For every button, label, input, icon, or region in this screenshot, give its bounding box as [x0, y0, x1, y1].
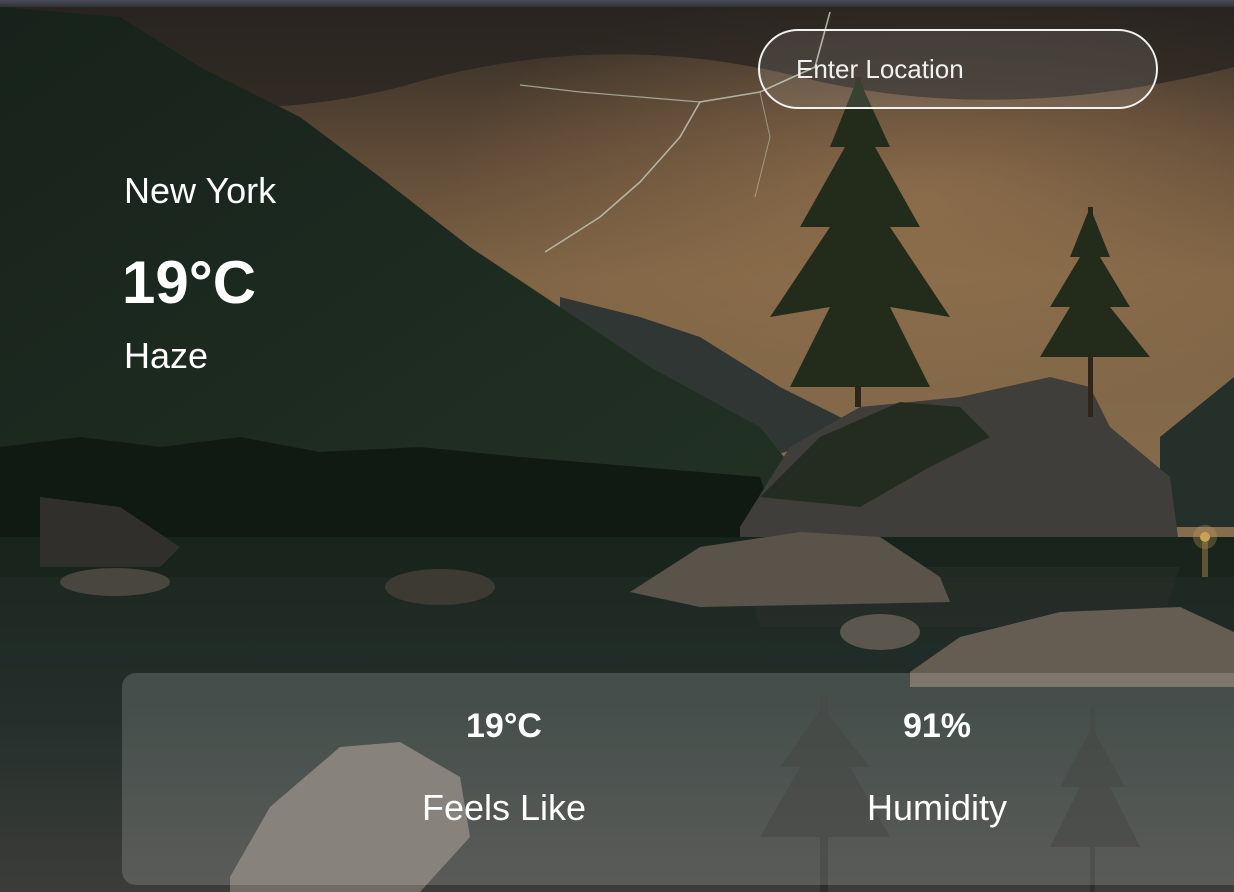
humidity-value: 91% [902, 707, 972, 745]
location-search-box[interactable] [758, 29, 1160, 109]
location-search-input[interactable] [782, 31, 1160, 107]
feels-like-value: 19°C [466, 707, 542, 745]
weather-details-panel: 19°C Feels Like 91% Humidity [122, 673, 1234, 885]
window-top-strip [0, 0, 1234, 7]
feels-like-label: Feels Like [421, 787, 587, 828]
weather-condition: Haze [124, 335, 209, 376]
current-temperature: 19°C [122, 249, 257, 316]
weather-app: New York 19°C Haze 19°C Feels Like 91% H… [0, 0, 1234, 892]
city-name: New York [124, 170, 277, 211]
humidity-label: Humidity [866, 787, 1008, 828]
